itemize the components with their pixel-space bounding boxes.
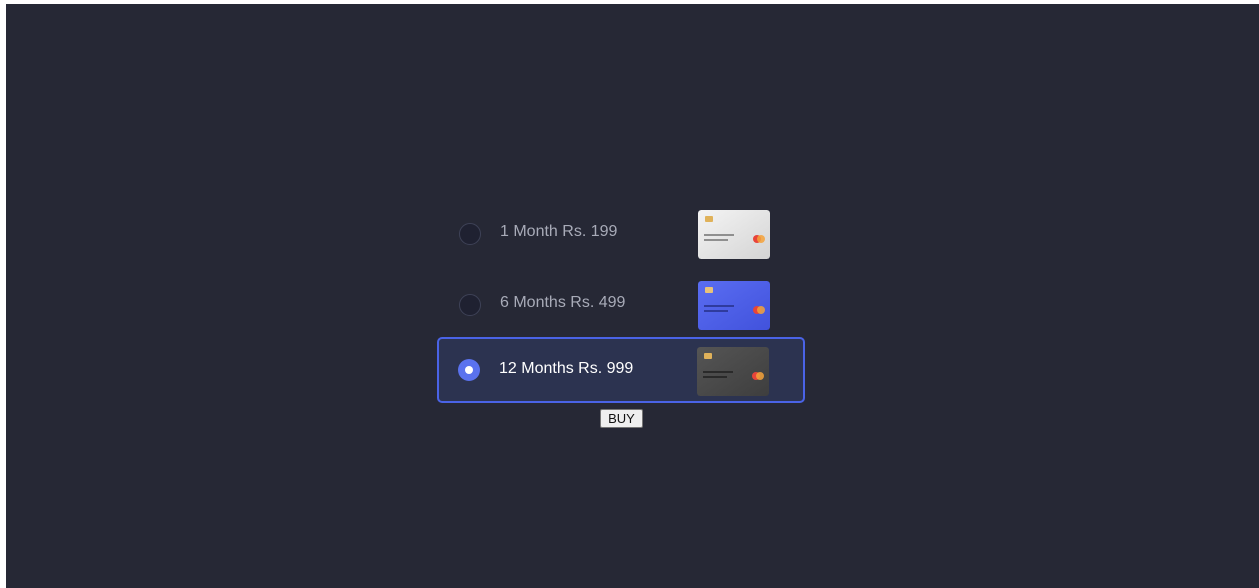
radio-button[interactable] xyxy=(459,223,481,245)
plan-label: 6 Months Rs. 499 xyxy=(500,294,626,311)
radio-button[interactable] xyxy=(459,294,481,316)
plan-label: 1 Month Rs. 199 xyxy=(500,223,618,240)
credit-card-white-icon xyxy=(698,210,770,259)
credit-card-blue-icon xyxy=(698,281,770,330)
plan-label: 12 Months Rs. 999 xyxy=(499,360,634,377)
plan-option-12-months[interactable]: 12 Months Rs. 999 xyxy=(437,337,805,403)
buy-button[interactable]: BUY xyxy=(600,409,643,428)
plan-option-1-month[interactable]: 1 Month Rs. 199 xyxy=(437,200,805,266)
radio-button-checked[interactable] xyxy=(458,359,480,381)
page-background: 1 Month Rs. 199 6 Months Rs. 499 12 Mont… xyxy=(6,4,1259,588)
credit-card-dark-icon xyxy=(697,347,769,396)
plan-option-6-months[interactable]: 6 Months Rs. 499 xyxy=(437,271,805,337)
